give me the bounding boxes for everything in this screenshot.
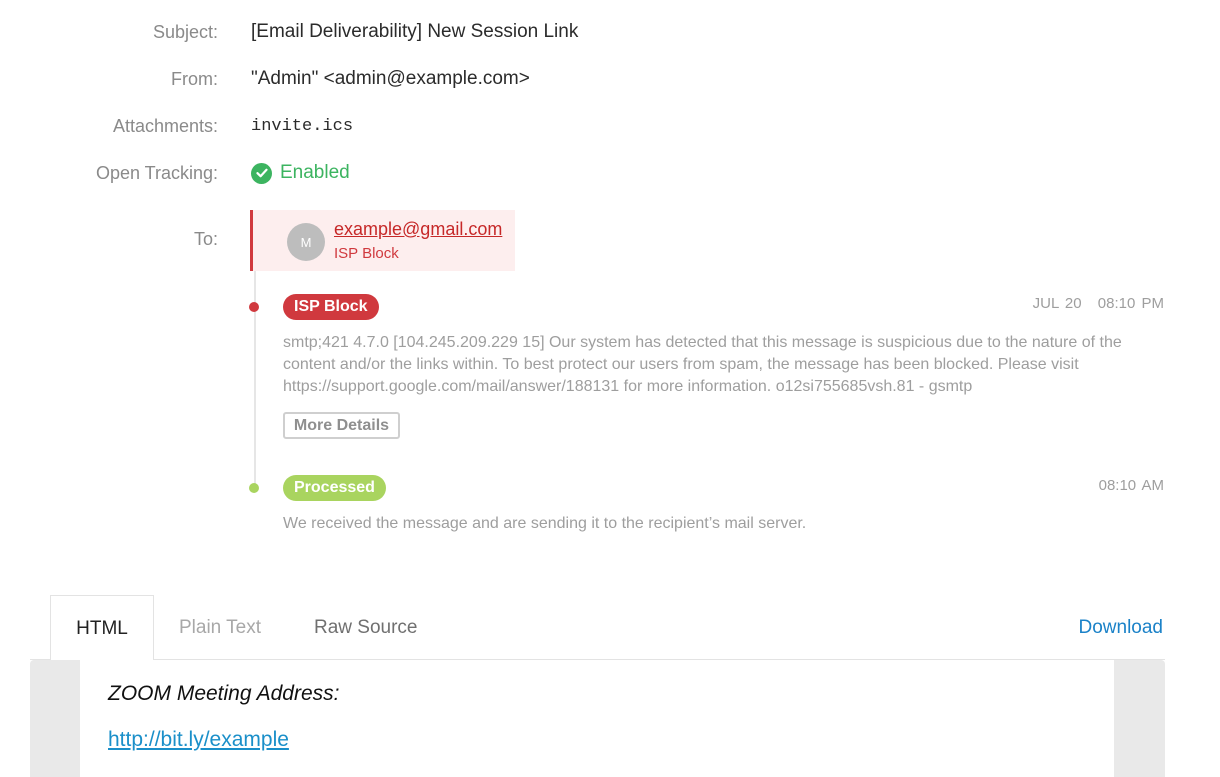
- preview-heading: ZOOM Meeting Address:: [108, 682, 340, 705]
- attachments-label: Attachments:: [112, 116, 218, 136]
- processed-message: We received the message and are sending …: [283, 515, 807, 532]
- recipient-email-link[interactable]: example@gmail.com: [334, 219, 502, 240]
- to-label: To:: [193, 229, 218, 249]
- event-date: JUL 20: [1032, 295, 1082, 312]
- avatar: M: [287, 223, 325, 261]
- timeline-dot-processed: [249, 483, 259, 493]
- processed-time: 08:10 AM: [1098, 477, 1164, 494]
- recipient-card[interactable]: M example@gmail.com ISP Block: [250, 210, 515, 271]
- event-timestamp: JUL 20 08:10 PM: [1033, 295, 1164, 312]
- tab-html[interactable]: HTML: [50, 595, 154, 661]
- timeline-dot-isp-block: [249, 302, 259, 312]
- open-tracking-value: Enabled: [280, 162, 350, 183]
- tab-plain-text[interactable]: Plain Text: [179, 617, 261, 639]
- more-details-button[interactable]: More Details: [283, 412, 400, 439]
- tab-raw-source[interactable]: Raw Source: [314, 617, 418, 639]
- email-preview: ZOOM Meeting Address: http://bit.ly/exam…: [80, 660, 1114, 777]
- attachment-file[interactable]: invite.ics: [251, 117, 353, 136]
- preview-link[interactable]: http://bit.ly/example: [108, 728, 289, 752]
- open-tracking-status: Enabled: [251, 162, 350, 184]
- isp-block-badge: ISP Block: [283, 294, 379, 320]
- recipient-status: ISP Block: [334, 245, 399, 262]
- check-circle-icon: [251, 162, 272, 184]
- isp-block-message: smtp;421 4.7.0 [104.245.209.229 15] Our …: [283, 334, 1122, 395]
- from-label: From:: [171, 69, 218, 89]
- open-tracking-label: Open Tracking:: [95, 163, 218, 183]
- processed-badge: Processed: [283, 475, 386, 501]
- subject-label: Subject:: [152, 22, 218, 42]
- from-value: "Admin" <admin@example.com>: [251, 68, 530, 89]
- download-link[interactable]: Download: [1079, 617, 1164, 639]
- subject-value: [Email Deliverability] New Session Link: [251, 21, 579, 42]
- event-time: 08:10 PM: [1097, 295, 1164, 312]
